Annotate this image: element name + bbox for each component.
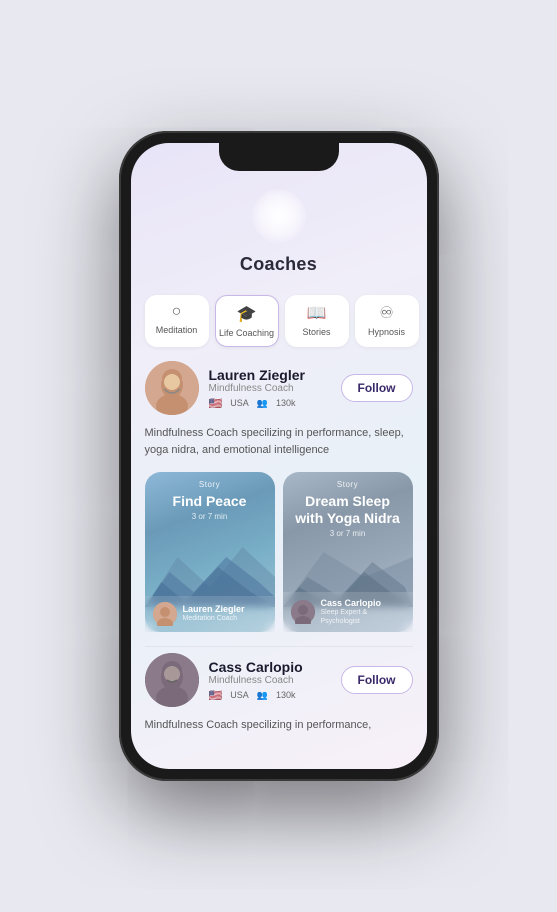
lauren-country: USA — [230, 398, 249, 408]
lauren-info: Lauren Ziegler Mindfulness Coach 🇺🇸 USA … — [209, 367, 331, 410]
story1-author-name: Lauren Ziegler — [183, 604, 267, 615]
story1-author-info: Lauren Ziegler Meditation Coach — [183, 604, 267, 623]
story2-title: Dream Sleep with Yoga Nidra — [283, 489, 413, 529]
cass-meta: 🇺🇸 USA 👥 130k — [209, 689, 331, 702]
screen-content: Coaches ○ Meditation 🎓 Life Coaching 📖 S… — [131, 143, 427, 769]
cass-name: Cass Carlopio — [209, 659, 331, 675]
cass-role: Mindfulness Coach — [209, 675, 331, 686]
lauren-name: Lauren Ziegler — [209, 367, 331, 383]
logo-inner — [252, 189, 306, 243]
story1-author-role: Meditation Coach — [183, 615, 267, 623]
hypnosis-label: Hypnosis — [368, 327, 405, 337]
lauren-followers-icon: 👥 — [257, 398, 268, 409]
category-hypnosis[interactable]: ♾ Hypnosis — [355, 295, 419, 347]
story-cards: Story Find Peace 3 or 7 min — [131, 468, 427, 646]
story1-duration: 3 or 7 min — [145, 512, 275, 521]
story1-title: Find Peace — [145, 489, 275, 512]
cass-avatar — [145, 653, 199, 707]
page-title: Coaches — [240, 254, 317, 275]
coach-cass: Cass Carlopio Mindfulness Coach 🇺🇸 USA 👥… — [131, 647, 427, 717]
cass-avatar-img — [145, 653, 199, 707]
phone-screen: Coaches ○ Meditation 🎓 Life Coaching 📖 S… — [131, 143, 427, 769]
story2-bg — [283, 537, 413, 597]
story1-tag: Story — [145, 472, 275, 489]
phone-frame: Coaches ○ Meditation 🎓 Life Coaching 📖 S… — [119, 131, 439, 781]
lauren-flag: 🇺🇸 — [209, 397, 223, 410]
lauren-meta: 🇺🇸 USA 👥 130k — [209, 397, 331, 410]
stories-label: Stories — [302, 327, 330, 337]
life-coaching-label: Life Coaching — [219, 328, 274, 338]
lauren-avatar — [145, 361, 199, 415]
phone-wrapper: Coaches ○ Meditation 🎓 Life Coaching 📖 S… — [0, 0, 557, 912]
category-stories[interactable]: 📖 Stories — [285, 295, 349, 347]
cass-country: USA — [230, 690, 249, 700]
story1-author: Lauren Ziegler Meditation Coach — [145, 596, 275, 632]
stories-icon: 📖 — [307, 303, 327, 323]
story2-author-role: Sleep Expert & Psychologist — [321, 609, 405, 626]
meditation-icon: ○ — [172, 303, 182, 321]
meditation-label: Meditation — [156, 325, 198, 335]
cass-followers: 130k — [276, 690, 296, 700]
cass-description: Mindfulness Coach specilizing in perform… — [131, 717, 427, 744]
coach-lauren: Lauren Ziegler Mindfulness Coach 🇺🇸 USA … — [131, 355, 427, 425]
hypnosis-icon: ♾ — [379, 303, 393, 323]
story2-tag: Story — [283, 472, 413, 489]
notch — [219, 143, 339, 171]
coach-cass-header: Cass Carlopio Mindfulness Coach 🇺🇸 USA 👥… — [145, 653, 413, 707]
cass-followers-icon: 👥 — [257, 690, 268, 701]
category-meditation[interactable]: ○ Meditation — [145, 295, 209, 347]
life-coaching-icon: 🎓 — [237, 304, 257, 324]
lauren-followers: 130k — [276, 398, 296, 408]
app-logo — [249, 186, 309, 246]
lauren-role: Mindfulness Coach — [209, 383, 331, 394]
categories-bar: ○ Meditation 🎓 Life Coaching 📖 Stories ♾… — [131, 287, 427, 355]
cass-follow-button[interactable]: Follow — [341, 666, 413, 694]
story2-avatar — [291, 600, 315, 624]
story2-author-name: Cass Carlopio — [321, 598, 405, 609]
cass-flag: 🇺🇸 — [209, 689, 223, 702]
lauren-avatar-img — [145, 361, 199, 415]
story2-author: Cass Carlopio Sleep Expert & Psychologis… — [283, 592, 413, 632]
story-dream-sleep[interactable]: Story Dream Sleep with Yoga Nidra 3 or 7… — [283, 472, 413, 632]
story1-avatar — [153, 602, 177, 626]
story1-bg — [145, 537, 275, 597]
coach-lauren-header: Lauren Ziegler Mindfulness Coach 🇺🇸 USA … — [145, 361, 413, 415]
story-find-peace[interactable]: Story Find Peace 3 or 7 min — [145, 472, 275, 632]
category-life-coaching[interactable]: 🎓 Life Coaching — [215, 295, 279, 347]
cass-info: Cass Carlopio Mindfulness Coach 🇺🇸 USA 👥… — [209, 659, 331, 702]
story2-author-info: Cass Carlopio Sleep Expert & Psychologis… — [321, 598, 405, 626]
header: Coaches — [131, 178, 427, 287]
lauren-follow-button[interactable]: Follow — [341, 374, 413, 402]
lauren-description: Mindfulness Coach specilizing in perform… — [131, 425, 427, 468]
